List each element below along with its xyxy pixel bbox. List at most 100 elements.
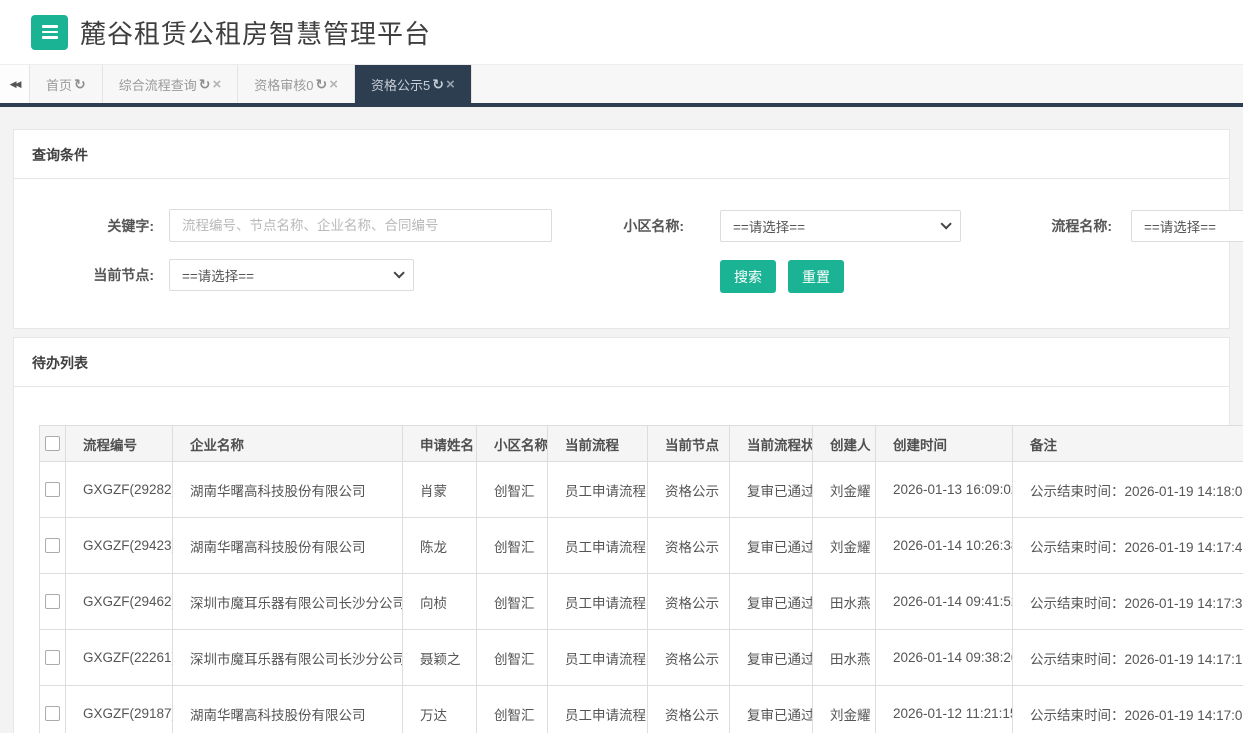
community-select[interactable]: ==请选择== — [720, 210, 961, 242]
node-label: 当前节点: — [39, 265, 154, 285]
process-field-group: 流程名称: ==请选择== — [1014, 210, 1243, 242]
process-id-cell: GXGZF(29423) — [66, 518, 173, 574]
todo-panel: 待办列表 流程编号企业名称申请姓名小区名称当前流程当前节点当前流程状态创建人创建… — [13, 337, 1230, 733]
row-checkbox-cell — [40, 630, 66, 686]
process-label: 流程名称: — [1014, 216, 1112, 236]
column-header-process-id: 流程编号 — [66, 426, 173, 462]
current-node-cell: 资格公示 — [648, 462, 730, 518]
todo-panel-title: 待办列表 — [14, 338, 1229, 387]
applicant-cell: 万达 — [403, 686, 477, 733]
keyword-field-group: 关键字: — [39, 209, 552, 242]
tab-2[interactable]: 综合流程查询↻× — [103, 65, 239, 103]
company-cell: 湖南华曙高科技股份有限公司 — [173, 686, 403, 733]
close-icon[interactable]: × — [213, 76, 222, 93]
tab-4[interactable]: 资格公示5↻× — [355, 65, 472, 103]
row-checkbox-cell — [40, 686, 66, 733]
refresh-icon[interactable]: ↻ — [199, 76, 211, 93]
column-header-current-node: 当前节点 — [648, 426, 730, 462]
process-id-cell: GXGZF(29282) — [66, 462, 173, 518]
refresh-icon[interactable]: ↻ — [432, 76, 444, 93]
table-row: GXGZF(22261)深圳市魔耳乐器有限公司长沙分公司聂颖之创智汇员工申请流程… — [40, 630, 1243, 686]
column-header-create-time: 创建时间 — [876, 426, 1013, 462]
create-time-cell: 2026-01-14 10:26:38 — [876, 518, 1013, 574]
row-checkbox[interactable] — [45, 538, 60, 553]
table-row: GXGZF(29187)湖南华曙高科技股份有限公司万达创智汇员工申请流程资格公示… — [40, 686, 1243, 733]
tab-1[interactable]: 首页↻ — [30, 65, 103, 103]
process-id-cell: GXGZF(22261) — [66, 630, 173, 686]
table-row: GXGZF(29282)湖南华曙高科技股份有限公司肖蒙创智汇员工申请流程资格公示… — [40, 462, 1243, 518]
create-time-cell: 2026-01-12 11:21:15 — [876, 686, 1013, 733]
hamburger-icon — [42, 31, 58, 34]
tab-3[interactable]: 资格审核0↻× — [238, 65, 355, 103]
creator-cell: 刘金耀 — [813, 686, 876, 733]
row-checkbox[interactable] — [45, 594, 60, 609]
applicant-cell: 陈龙 — [403, 518, 477, 574]
process-status-cell: 复审已通过 — [730, 518, 813, 574]
query-panel-title: 查询条件 — [14, 130, 1229, 179]
row-checkbox-cell — [40, 574, 66, 630]
column-header-company: 企业名称 — [173, 426, 403, 462]
community-field-group: 小区名称: ==请选择== — [584, 210, 961, 242]
node-field-group: 当前节点: ==请选择== — [39, 259, 414, 291]
applicant-cell: 聂颖之 — [403, 630, 477, 686]
community-cell: 创智汇 — [477, 462, 548, 518]
row-checkbox[interactable] — [45, 650, 60, 665]
hamburger-icon — [42, 36, 58, 39]
query-buttons: 搜索 重置 — [720, 260, 844, 293]
company-cell: 湖南华曙高科技股份有限公司 — [173, 518, 403, 574]
todo-table-wrapper: 流程编号企业名称申请姓名小区名称当前流程当前节点当前流程状态创建人创建时间备注 … — [14, 387, 1229, 733]
remark-cell: 公示结束时间：2026-01-19 14:17:01 — [1013, 686, 1243, 733]
create-time-cell: 2026-01-14 09:41:52 — [876, 574, 1013, 630]
community-cell: 创智汇 — [477, 686, 548, 733]
tab-label: 首页 — [46, 75, 72, 94]
current-process-cell: 员工申请流程 — [548, 518, 648, 574]
column-header-process-status: 当前流程状态 — [730, 426, 813, 462]
process-status-cell: 复审已通过 — [730, 686, 813, 733]
column-header-applicant: 申请姓名 — [403, 426, 477, 462]
creator-cell: 刘金耀 — [813, 518, 876, 574]
column-header-remark: 备注 — [1013, 426, 1243, 462]
process-select[interactable]: ==请选择== — [1131, 210, 1243, 242]
node-select[interactable]: ==请选择== — [169, 259, 414, 291]
table-header-row: 流程编号企业名称申请姓名小区名称当前流程当前节点当前流程状态创建人创建时间备注 — [40, 426, 1243, 462]
remark-cell: 公示结束时间：2026-01-19 14:17:46 — [1013, 518, 1243, 574]
process-status-cell: 复审已通过 — [730, 630, 813, 686]
chevron-down-icon — [393, 267, 404, 278]
close-icon[interactable]: × — [446, 76, 455, 93]
process-id-cell: GXGZF(29187) — [66, 686, 173, 733]
row-checkbox-cell — [40, 518, 66, 574]
keyword-label: 关键字: — [39, 216, 154, 236]
node-select-value: ==请选择== — [182, 265, 254, 285]
reset-button[interactable]: 重置 — [788, 260, 844, 293]
search-button[interactable]: 搜索 — [720, 260, 776, 293]
keyword-input[interactable] — [169, 209, 552, 242]
company-cell: 深圳市魔耳乐器有限公司长沙分公司 — [173, 630, 403, 686]
row-checkbox[interactable] — [45, 482, 60, 497]
current-process-cell: 员工申请流程 — [548, 630, 648, 686]
process-select-value: ==请选择== — [1144, 216, 1216, 236]
current-node-cell: 资格公示 — [648, 686, 730, 733]
close-icon[interactable]: × — [329, 76, 338, 93]
remark-cell: 公示结束时间：2026-01-19 14:18:01 — [1013, 462, 1243, 518]
current-process-cell: 员工申请流程 — [548, 574, 648, 630]
refresh-icon[interactable]: ↻ — [316, 76, 328, 93]
current-process-cell: 员工申请流程 — [548, 462, 648, 518]
select-all-checkbox[interactable] — [45, 436, 60, 451]
tab-label: 资格审核0 — [254, 75, 313, 94]
tabs-container: 首页↻综合流程查询↻×资格审核0↻×资格公示5↻× — [30, 65, 472, 103]
creator-cell: 田水燕 — [813, 630, 876, 686]
column-header-community: 小区名称 — [477, 426, 548, 462]
menu-toggle-button[interactable] — [31, 15, 68, 50]
todo-table-body: GXGZF(29282)湖南华曙高科技股份有限公司肖蒙创智汇员工申请流程资格公示… — [40, 462, 1243, 733]
process-status-cell: 复审已通过 — [730, 462, 813, 518]
company-cell: 深圳市魔耳乐器有限公司长沙分公司 — [173, 574, 403, 630]
hamburger-icon — [42, 25, 58, 28]
applicant-cell: 向桢 — [403, 574, 477, 630]
collapse-tabs-button[interactable]: ◀◀ — [0, 65, 30, 103]
community-cell: 创智汇 — [477, 518, 548, 574]
row-checkbox[interactable] — [45, 706, 60, 721]
table-row: GXGZF(29423)湖南华曙高科技股份有限公司陈龙创智汇员工申请流程资格公示… — [40, 518, 1243, 574]
refresh-icon[interactable]: ↻ — [74, 76, 86, 93]
community-cell: 创智汇 — [477, 574, 548, 630]
creator-cell: 田水燕 — [813, 574, 876, 630]
